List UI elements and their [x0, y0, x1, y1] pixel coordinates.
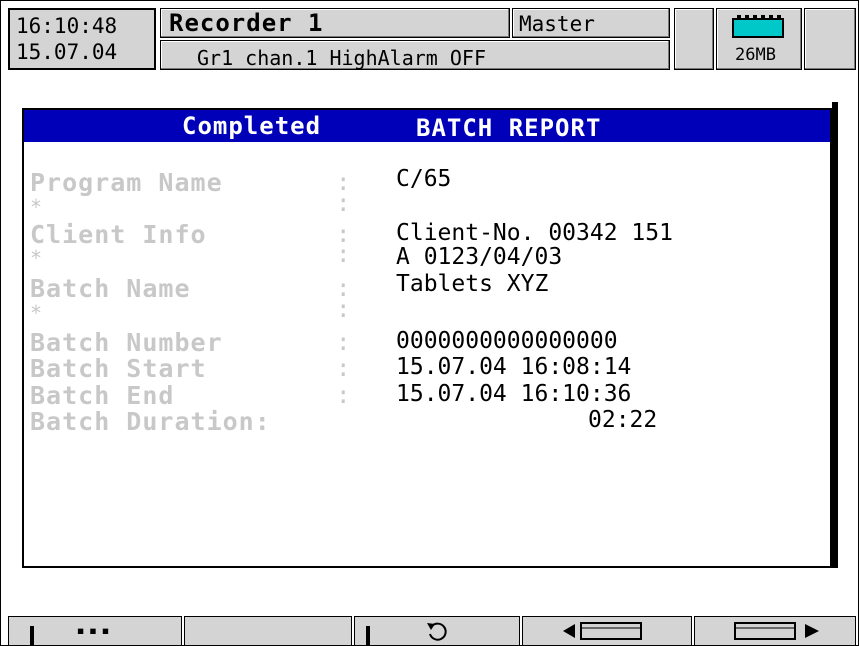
- dialog-shadow: [832, 102, 838, 568]
- memory-status[interactable]: 26MB: [716, 8, 802, 70]
- scroll-right-button[interactable]: [694, 616, 856, 646]
- batch-report-dialog: Completed BATCH REPORT Program Name : C/…: [22, 108, 832, 568]
- current-time: 16:10:48: [16, 14, 118, 38]
- scroll-left-button[interactable]: [522, 616, 692, 646]
- field-colon: :: [336, 328, 351, 356]
- field-value: 02:22: [588, 407, 658, 433]
- softkey-2-button[interactable]: [184, 616, 352, 646]
- header-blank-cell: [674, 8, 714, 70]
- softkey-more-button[interactable]: ▪▪▪: [8, 616, 182, 646]
- field-label: *: [30, 301, 44, 325]
- softkey-marker: [30, 626, 34, 646]
- field-value: Tablets XYZ: [396, 271, 549, 297]
- status-message: Gr1 chan.1 HighAlarm OFF: [197, 46, 486, 70]
- field-label: Batch End: [30, 381, 175, 410]
- scroll-right-icon: [734, 622, 819, 640]
- dialog-status: Completed: [182, 112, 322, 140]
- field-value: 0000000000000000: [396, 328, 618, 354]
- field-label: Batch Duration:: [30, 407, 271, 436]
- field-label: Batch Number: [30, 328, 223, 357]
- field-colon: :: [336, 354, 351, 382]
- recorder-title-box[interactable]: Recorder 1: [160, 8, 510, 38]
- clock-display: 16:10:48 15.07.04: [8, 8, 156, 70]
- memory-card-icon: [732, 15, 784, 38]
- status-message-box[interactable]: Gr1 chan.1 HighAlarm OFF: [160, 40, 670, 70]
- field-colon: :: [336, 381, 351, 409]
- mode-box[interactable]: Master: [512, 8, 670, 38]
- softkey-rotate-button[interactable]: [354, 616, 520, 646]
- field-colon: :: [336, 189, 351, 217]
- dialog-titlebar: Completed BATCH REPORT: [24, 110, 830, 142]
- field-value: Client-No. 00342 151: [396, 220, 673, 246]
- field-value: C/65: [396, 166, 452, 192]
- rotate-icon: [427, 622, 447, 641]
- current-date: 15.07.04: [16, 40, 118, 64]
- field-value: A 0123/04/03: [396, 244, 563, 270]
- field-label: Batch Start: [30, 354, 207, 383]
- scroll-left-icon: [563, 622, 642, 640]
- header-right-cell: [804, 8, 856, 70]
- softkey-marker: [366, 626, 370, 646]
- softkey-bar: ▪▪▪: [0, 612, 859, 646]
- field-value: 15.07.04 16:08:14: [396, 354, 632, 380]
- field-label: *: [30, 246, 44, 270]
- dialog-title: BATCH REPORT: [416, 114, 602, 142]
- field-label: *: [30, 195, 44, 219]
- field-value: 15.07.04 16:10:36: [396, 381, 632, 407]
- mode-label: Master: [519, 12, 595, 36]
- memory-label: 26MB: [735, 45, 776, 65]
- field-label: Program Name: [30, 168, 223, 197]
- field-label: Batch Name: [30, 274, 191, 303]
- field-label: Client Info: [30, 220, 207, 249]
- field-colon: :: [336, 295, 351, 323]
- more-dots-icon: ▪▪▪: [76, 623, 114, 639]
- field-colon: :: [336, 240, 351, 268]
- recorder-title: Recorder 1: [169, 9, 324, 37]
